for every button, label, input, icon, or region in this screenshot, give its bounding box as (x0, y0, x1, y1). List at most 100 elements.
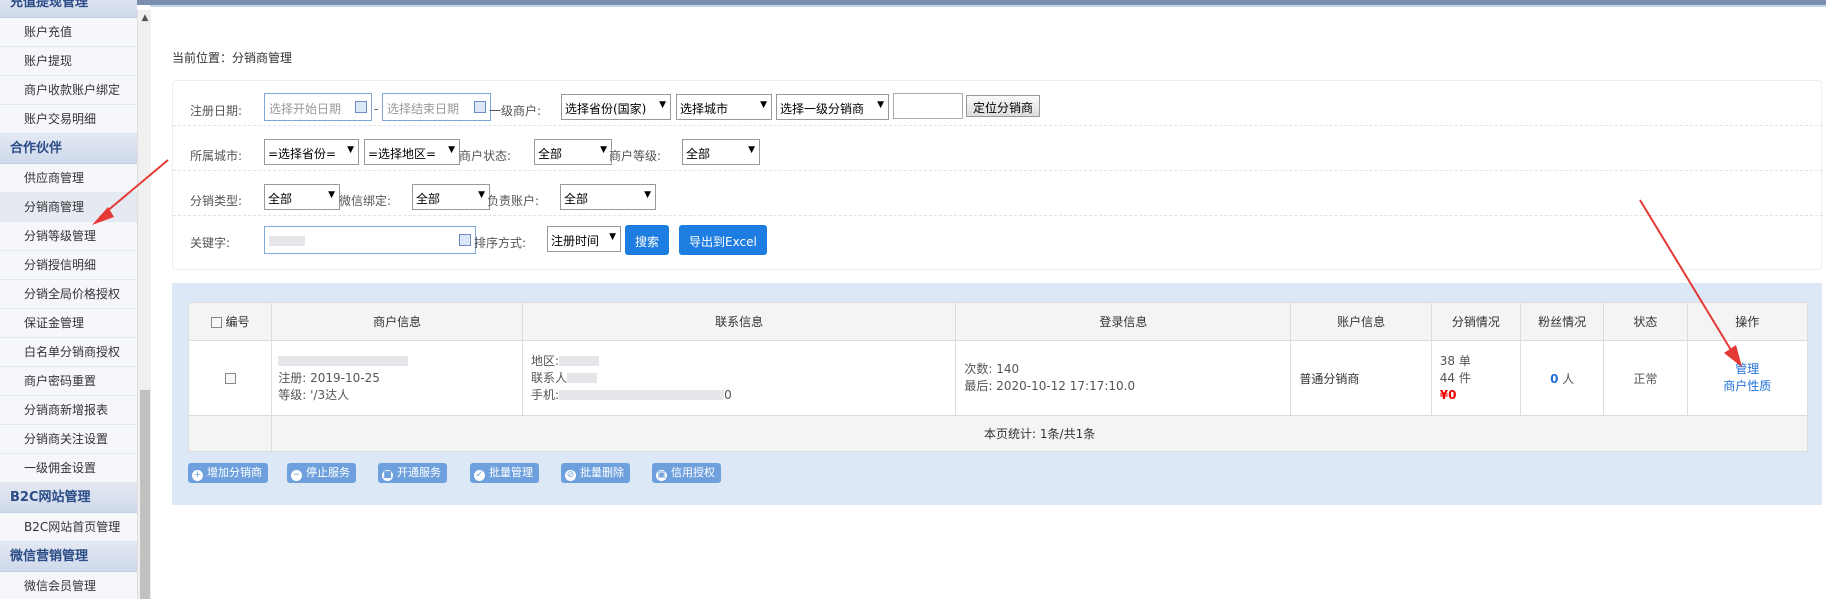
sidebar-item-password-reset[interactable]: 商户密码重置 (0, 367, 137, 396)
sidebar-item-new-report[interactable]: 分销商新增报表 (0, 396, 137, 425)
sidebar-item-credit-detail[interactable]: 分销授信明细 (0, 251, 137, 280)
dropdown-arrow-icon: ▼ (748, 145, 755, 155)
sidebar-item-b2c-home[interactable]: B2C网站首页管理 (0, 513, 137, 542)
sidebar: 充值提现管理 账户充值 账户提现 商户收款账户绑定 账户交易明细 合作伙伴 供应… (0, 0, 137, 599)
breadcrumb: 当前位置：分销商管理 (172, 51, 293, 65)
end-date-input[interactable]: 选择结束日期 (382, 93, 491, 121)
search-button[interactable]: 搜索 (625, 225, 670, 255)
select-all-checkbox[interactable] (210, 317, 222, 328)
dropdown-arrow-icon: ▼ (478, 190, 485, 200)
calendar-icon[interactable] (459, 234, 471, 246)
stop-service-button[interactable]: − 停止服务 (287, 463, 356, 483)
batch-manage-label: 批量管理 (489, 466, 533, 479)
sort-value: 注册时间 (551, 234, 600, 248)
open-service-button[interactable]: ■ 开通服务 (378, 463, 447, 483)
sidebar-item-commission[interactable]: 一级佣金设置 (0, 454, 137, 483)
add-distributor-label: 增加分销商 (207, 466, 262, 479)
sidebar-item-account-withdraw[interactable]: 账户提现 (0, 47, 137, 76)
merchant-info-cell: 注册: 2019-10-25 等级: '/3达人 (271, 340, 524, 416)
redacted-text (567, 373, 598, 383)
login-count-text: 次数: 140 (964, 362, 1020, 376)
table-header-row: 编号 商户信息 联系信息 登录信息 账户信息 分销情况 粉丝情况 状态 操作 (187, 302, 1809, 341)
keyword-label: 关键字: (190, 236, 231, 250)
sidebar-item-deposit[interactable]: 保证金管理 (0, 309, 137, 338)
start-date-input[interactable]: 选择开始日期 (264, 93, 372, 121)
distributor-table: 编号 商户信息 联系信息 登录信息 账户信息 分销情况 粉丝情况 状态 操作 注… (187, 302, 1809, 452)
dropdown-arrow-icon: ▼ (328, 190, 335, 200)
lock-icon: ▣ (656, 470, 667, 481)
sidebar-item-global-price[interactable]: 分销全局价格授权 (0, 280, 137, 309)
batch-delete-button[interactable]: ⊘ 批量删除 (561, 463, 630, 483)
header-id[interactable]: 编号 (187, 302, 273, 341)
keyword-input[interactable] (264, 226, 476, 254)
header-fans: 粉丝情况 (1520, 302, 1605, 341)
province-country-select[interactable]: 选择省份(国家) ▼ (561, 94, 671, 120)
header-account-info: 账户信息 (1290, 302, 1432, 341)
sidebar-item-transactions[interactable]: 账户交易明细 (0, 105, 137, 134)
scrollbar-thumb[interactable] (140, 390, 150, 599)
sidebar-section-b2c[interactable]: B2C网站管理 (0, 483, 137, 513)
owner-account-label: 负责账户: (487, 194, 540, 208)
city-value: 选择城市 (680, 102, 729, 116)
merchant-grade-select[interactable]: 全部 ▼ (682, 139, 760, 165)
page-stats: 本页统计: 1条/共1条 (271, 415, 1808, 452)
header-id-label: 编号 (225, 315, 250, 329)
dropdown-arrow-icon: ▼ (644, 190, 651, 200)
stop-service-label: 停止服务 (306, 466, 350, 479)
export-excel-button[interactable]: 导出到Excel (679, 225, 767, 255)
start-date-placeholder: 选择开始日期 (269, 102, 342, 116)
distributor-locate-input[interactable] (893, 93, 963, 119)
level1-distributor-select[interactable]: 选择一级分销商 ▼ (776, 94, 889, 120)
batch-delete-label: 批量删除 (580, 466, 624, 479)
calendar-icon[interactable] (474, 101, 486, 113)
check-icon: ✓ (474, 470, 485, 481)
area-value: =选择地区= (368, 147, 437, 161)
dropdown-arrow-icon: ▼ (609, 232, 616, 242)
sidebar-scrollbar[interactable]: ▲ (137, 10, 151, 599)
locate-distributor-button[interactable]: 定位分销商 (966, 95, 1041, 117)
date-separator: - (374, 102, 379, 116)
dist-type-label: 分销类型: (190, 194, 243, 208)
sidebar-item-whitelist[interactable]: 白名单分销商授权 (0, 338, 137, 367)
table-row: 注册: 2019-10-25 等级: '/3达人 地区: 联系人 手机: 0 次数… (187, 340, 1809, 416)
scroll-up-icon[interactable]: ▲ (138, 10, 152, 26)
dropdown-arrow-icon: ▼ (448, 145, 455, 155)
region-text: 地区: (531, 353, 560, 368)
header-dist-status: 分销情况 (1430, 302, 1522, 341)
orders-count: 38 单 (1439, 353, 1471, 368)
login-info-cell: 次数: 140 最后: 2020-10-12 17:17:10.0 (955, 340, 1292, 416)
dist-type-select[interactable]: 全部 ▼ (264, 184, 340, 210)
sort-select[interactable]: 注册时间 ▼ (547, 226, 621, 252)
sidebar-item-bind-account[interactable]: 商户收款账户绑定 (0, 76, 137, 105)
merchant-grade-value: 全部 (686, 147, 711, 161)
plus-icon: + (192, 470, 203, 481)
fans-cell: 0 人 (1520, 340, 1605, 416)
fans-count[interactable]: 0 (1550, 372, 1558, 386)
dropdown-arrow-icon: ▼ (600, 145, 607, 155)
minus-icon: − (291, 470, 302, 481)
owner-account-select[interactable]: 全部 ▼ (560, 184, 656, 210)
sidebar-section-recharge[interactable]: 充值提现管理 (0, 0, 137, 18)
merchant-nature-link[interactable]: 商户性质 (1723, 379, 1771, 393)
row-checkbox[interactable] (224, 373, 236, 384)
save-icon: ■ (382, 470, 393, 481)
sidebar-item-follow-settings[interactable]: 分销商关注设置 (0, 425, 137, 454)
area-select[interactable]: =选择地区= ▼ (364, 139, 460, 165)
sidebar-item-wechat-members[interactable]: 微信会员管理 (0, 572, 137, 599)
merchant-status-select[interactable]: 全部 ▼ (534, 139, 612, 165)
province-value: =选择省份= (268, 147, 337, 161)
sidebar-item-account-recharge[interactable]: 账户充值 (0, 18, 137, 47)
add-distributor-button[interactable]: + 增加分销商 (188, 463, 268, 483)
province-select[interactable]: =选择省份= ▼ (264, 139, 359, 165)
batch-manage-button[interactable]: ✓ 批量管理 (470, 463, 539, 483)
wechat-bind-select[interactable]: 全部 ▼ (412, 184, 490, 210)
city-select[interactable]: 选择城市 ▼ (676, 94, 772, 120)
sidebar-section-wechat[interactable]: 微信营销管理 (0, 542, 137, 572)
credit-auth-button[interactable]: ▣ 信用授权 (652, 463, 721, 483)
annotation-arrow-right (1639, 199, 1742, 367)
calendar-icon[interactable] (355, 101, 367, 113)
grade-text: 等级: '/3达人 (278, 387, 350, 402)
contact-text: 联系人 (531, 370, 568, 385)
account-type-text: 普通分销商 (1299, 371, 1360, 386)
redacted-text (559, 390, 725, 400)
